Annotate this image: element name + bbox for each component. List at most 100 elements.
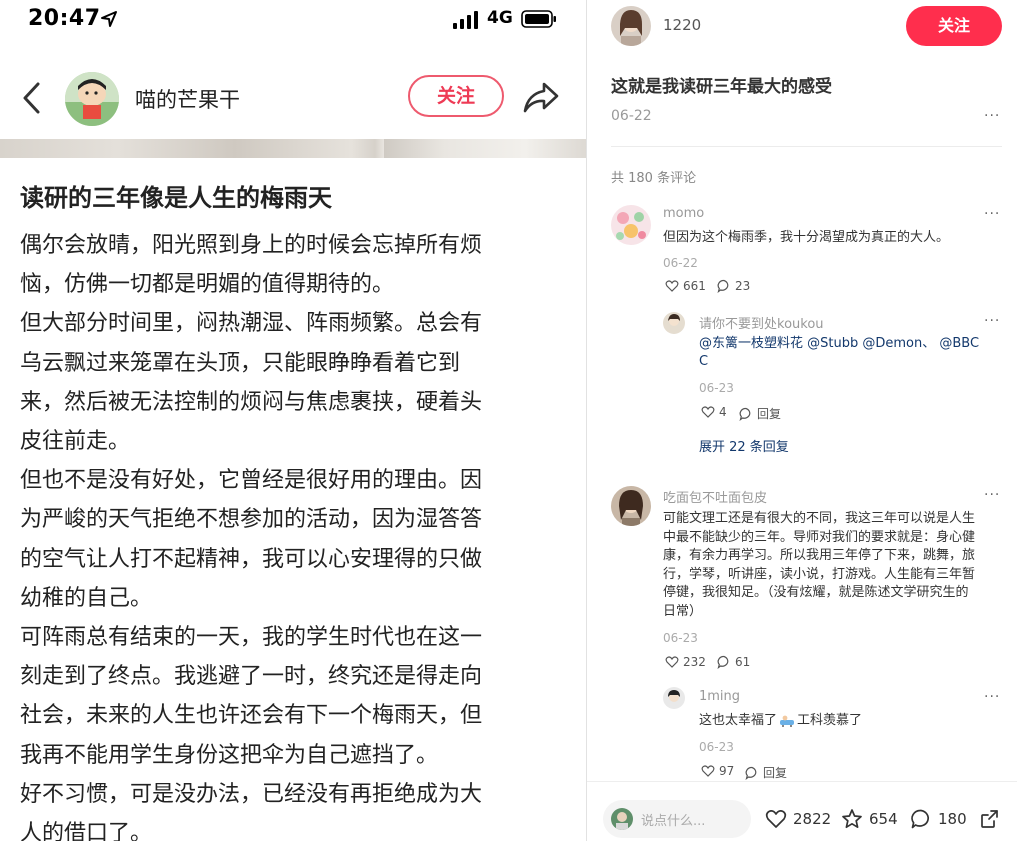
comment-text: 可能文理工还是有很大的不同，我这三年可以说是人生 — [663, 511, 976, 526]
status-bar: 20:47 4G — [0, 0, 586, 40]
follow-button-red[interactable]: 关注 — [906, 6, 1002, 46]
comment-text: 行，学琴，听讲座，读小说，打游戏。人生能有三年暂 — [663, 566, 976, 582]
note-date: 06-22 — [611, 108, 652, 124]
commenter-avatar[interactable] — [611, 486, 651, 526]
reply-action[interactable]: 61 — [717, 655, 750, 669]
post-navbar: 喵的芒果干 关注 — [0, 58, 586, 138]
author-avatar[interactable] — [65, 72, 119, 126]
star-icon — [842, 809, 862, 829]
comment-text: 日常） — [663, 603, 703, 619]
my-avatar — [611, 808, 633, 830]
reply-action[interactable]: 23 — [717, 279, 750, 293]
body-line: 好不习惯，可是没办法，已经没有再拒绝成为大 — [20, 781, 483, 807]
reply-count: 23 — [735, 279, 751, 293]
heart-icon — [665, 280, 679, 292]
comment-bubble-icon — [745, 766, 757, 780]
author-name[interactable]: 喵的芒果干 — [135, 84, 240, 114]
bottom-action-bar: 说点什么... 2822 654 180 — [587, 781, 1017, 841]
battery-icon — [521, 10, 556, 28]
network-type: 4G — [487, 8, 513, 28]
more-options-icon[interactable]: ··· — [984, 313, 1000, 329]
heart-icon — [701, 765, 715, 777]
like-count: 661 — [683, 279, 706, 293]
comment-stat[interactable]: 180 — [910, 808, 967, 830]
reply-mentions-line[interactable]: @东篱一枝塑料花 @Stubb @Demon、 @BBC — [699, 335, 979, 354]
share-icon — [981, 810, 998, 828]
signal-icon — [453, 11, 478, 29]
body-line: 偶尔会放晴，阳光照到身上的时候会忘掉所有烦 — [20, 233, 483, 258]
location-arrow-icon — [101, 11, 117, 27]
more-options-icon[interactable]: ··· — [984, 689, 1000, 705]
back-arrow-icon[interactable] — [20, 80, 44, 116]
share-button[interactable] — [979, 808, 1001, 830]
reply-avatar[interactable] — [663, 687, 685, 709]
like-action[interactable]: 97 — [701, 764, 734, 778]
comment-total: 180 — [938, 810, 967, 828]
heart-icon — [665, 656, 679, 668]
heart-icon — [701, 406, 715, 418]
more-options-icon[interactable]: ··· — [984, 108, 1000, 124]
reply-mentions-line[interactable]: C — [699, 353, 708, 372]
follow-button[interactable]: 关注 — [408, 75, 504, 117]
expand-replies-link[interactable]: 展开 22 条回复 — [699, 436, 789, 455]
body-line: 恼，仿佛一切都是明媚的值得期待的。 — [20, 272, 395, 298]
more-options-icon[interactable]: ··· — [984, 487, 1000, 503]
reply-author-name[interactable]: 1ming — [699, 689, 740, 704]
phone-screenshot: 20:47 4G 喵的芒果干 关注 读研的三年像是人生的梅雨天 偶尔会放晴，阳光… — [0, 0, 586, 841]
floral-avatar-icon — [611, 205, 651, 245]
comment-input[interactable]: 说点什么... — [603, 800, 751, 838]
reply-action[interactable]: 回复 — [745, 764, 787, 781]
reply-label: 回复 — [763, 766, 788, 780]
reply-label: 回复 — [757, 407, 782, 421]
bathtub-emoji-icon — [780, 715, 795, 728]
reply-date: 06-23 — [699, 740, 734, 754]
post-image-edge — [0, 139, 586, 158]
post-body: 偶尔会放晴，阳光照到身上的时候会忘掉所有烦 恼，仿佛一切都是明媚的值得期待的。 … — [20, 226, 550, 841]
like-stat[interactable]: 2822 — [765, 808, 831, 830]
more-options-icon[interactable]: ··· — [984, 206, 1000, 222]
like-action[interactable]: 661 — [665, 279, 706, 293]
comment-date: 06-23 — [663, 631, 698, 645]
comment-placeholder: 说点什么... — [641, 814, 706, 829]
comment-date: 06-22 — [663, 256, 698, 270]
body-line: 人的借口了。 — [20, 821, 153, 841]
comment-bubble-icon — [717, 279, 729, 293]
star-stat[interactable]: 654 — [841, 808, 898, 830]
reply-count: 61 — [735, 655, 751, 669]
share-icon[interactable] — [522, 80, 560, 114]
cartoon-avatar-icon — [65, 72, 119, 126]
commenter-name[interactable]: momo — [663, 206, 704, 221]
poster-avatar[interactable] — [611, 6, 651, 46]
comment-text: 中最不能缺少的三年。导师对我们的要求就是：身心健 — [663, 529, 976, 545]
like-count: 97 — [719, 764, 735, 778]
like-action[interactable]: 232 — [665, 655, 706, 669]
like-action[interactable]: 4 — [701, 405, 727, 419]
body-line: 乌云飘过来笼罩在头顶，只能眼睁睁看着它到 — [20, 350, 461, 376]
comment-bubble-icon — [739, 407, 751, 421]
body-line: 为严峻的天气拒绝不想参加的活动，因为湿答答 — [20, 507, 483, 533]
body-line: 但也不是没有好处，它曾经是很好用的理由。因 — [20, 468, 483, 494]
reply-text-part: 工科羡慕了 — [797, 713, 863, 728]
post-title: 读研的三年像是人生的梅雨天 — [20, 184, 332, 212]
comment-count: 共 180 条评论 — [611, 171, 697, 186]
star-total: 654 — [869, 810, 898, 828]
reply-text: 这也太幸福了 工科羡慕了 — [699, 712, 862, 731]
reply-action[interactable]: 回复 — [739, 405, 781, 422]
body-line: 皮往前走。 — [20, 429, 131, 455]
commenter-avatar[interactable] — [611, 205, 651, 245]
body-line: 刻走到了终点。我逃避了一时，终究还是得走向 — [20, 664, 483, 690]
body-line: 幼稚的自己。 — [20, 585, 153, 611]
photo-avatar-icon — [663, 312, 685, 334]
reply-avatar[interactable] — [663, 312, 685, 334]
commenter-name[interactable]: 吃面包不吐面包皮 — [663, 487, 767, 506]
status-time: 20:47 — [28, 6, 101, 31]
photo-avatar-icon — [663, 687, 685, 709]
like-total: 2822 — [793, 810, 832, 828]
comments-panel: 1220 关注 这就是我读研三年最大的感受 06-22 ··· 共 180 条评… — [587, 0, 1017, 841]
divider — [611, 146, 1002, 147]
body-line: 我再不能用学生身份这把伞为自己遮挡了。 — [20, 742, 439, 768]
reply-author-name[interactable]: 请你不要到处koukou — [699, 313, 824, 332]
reply-text-part: 这也太幸福了 — [699, 713, 778, 728]
note-title: 这就是我读研三年最大的感受 — [611, 77, 832, 97]
poster-name[interactable]: 1220 — [663, 16, 701, 34]
